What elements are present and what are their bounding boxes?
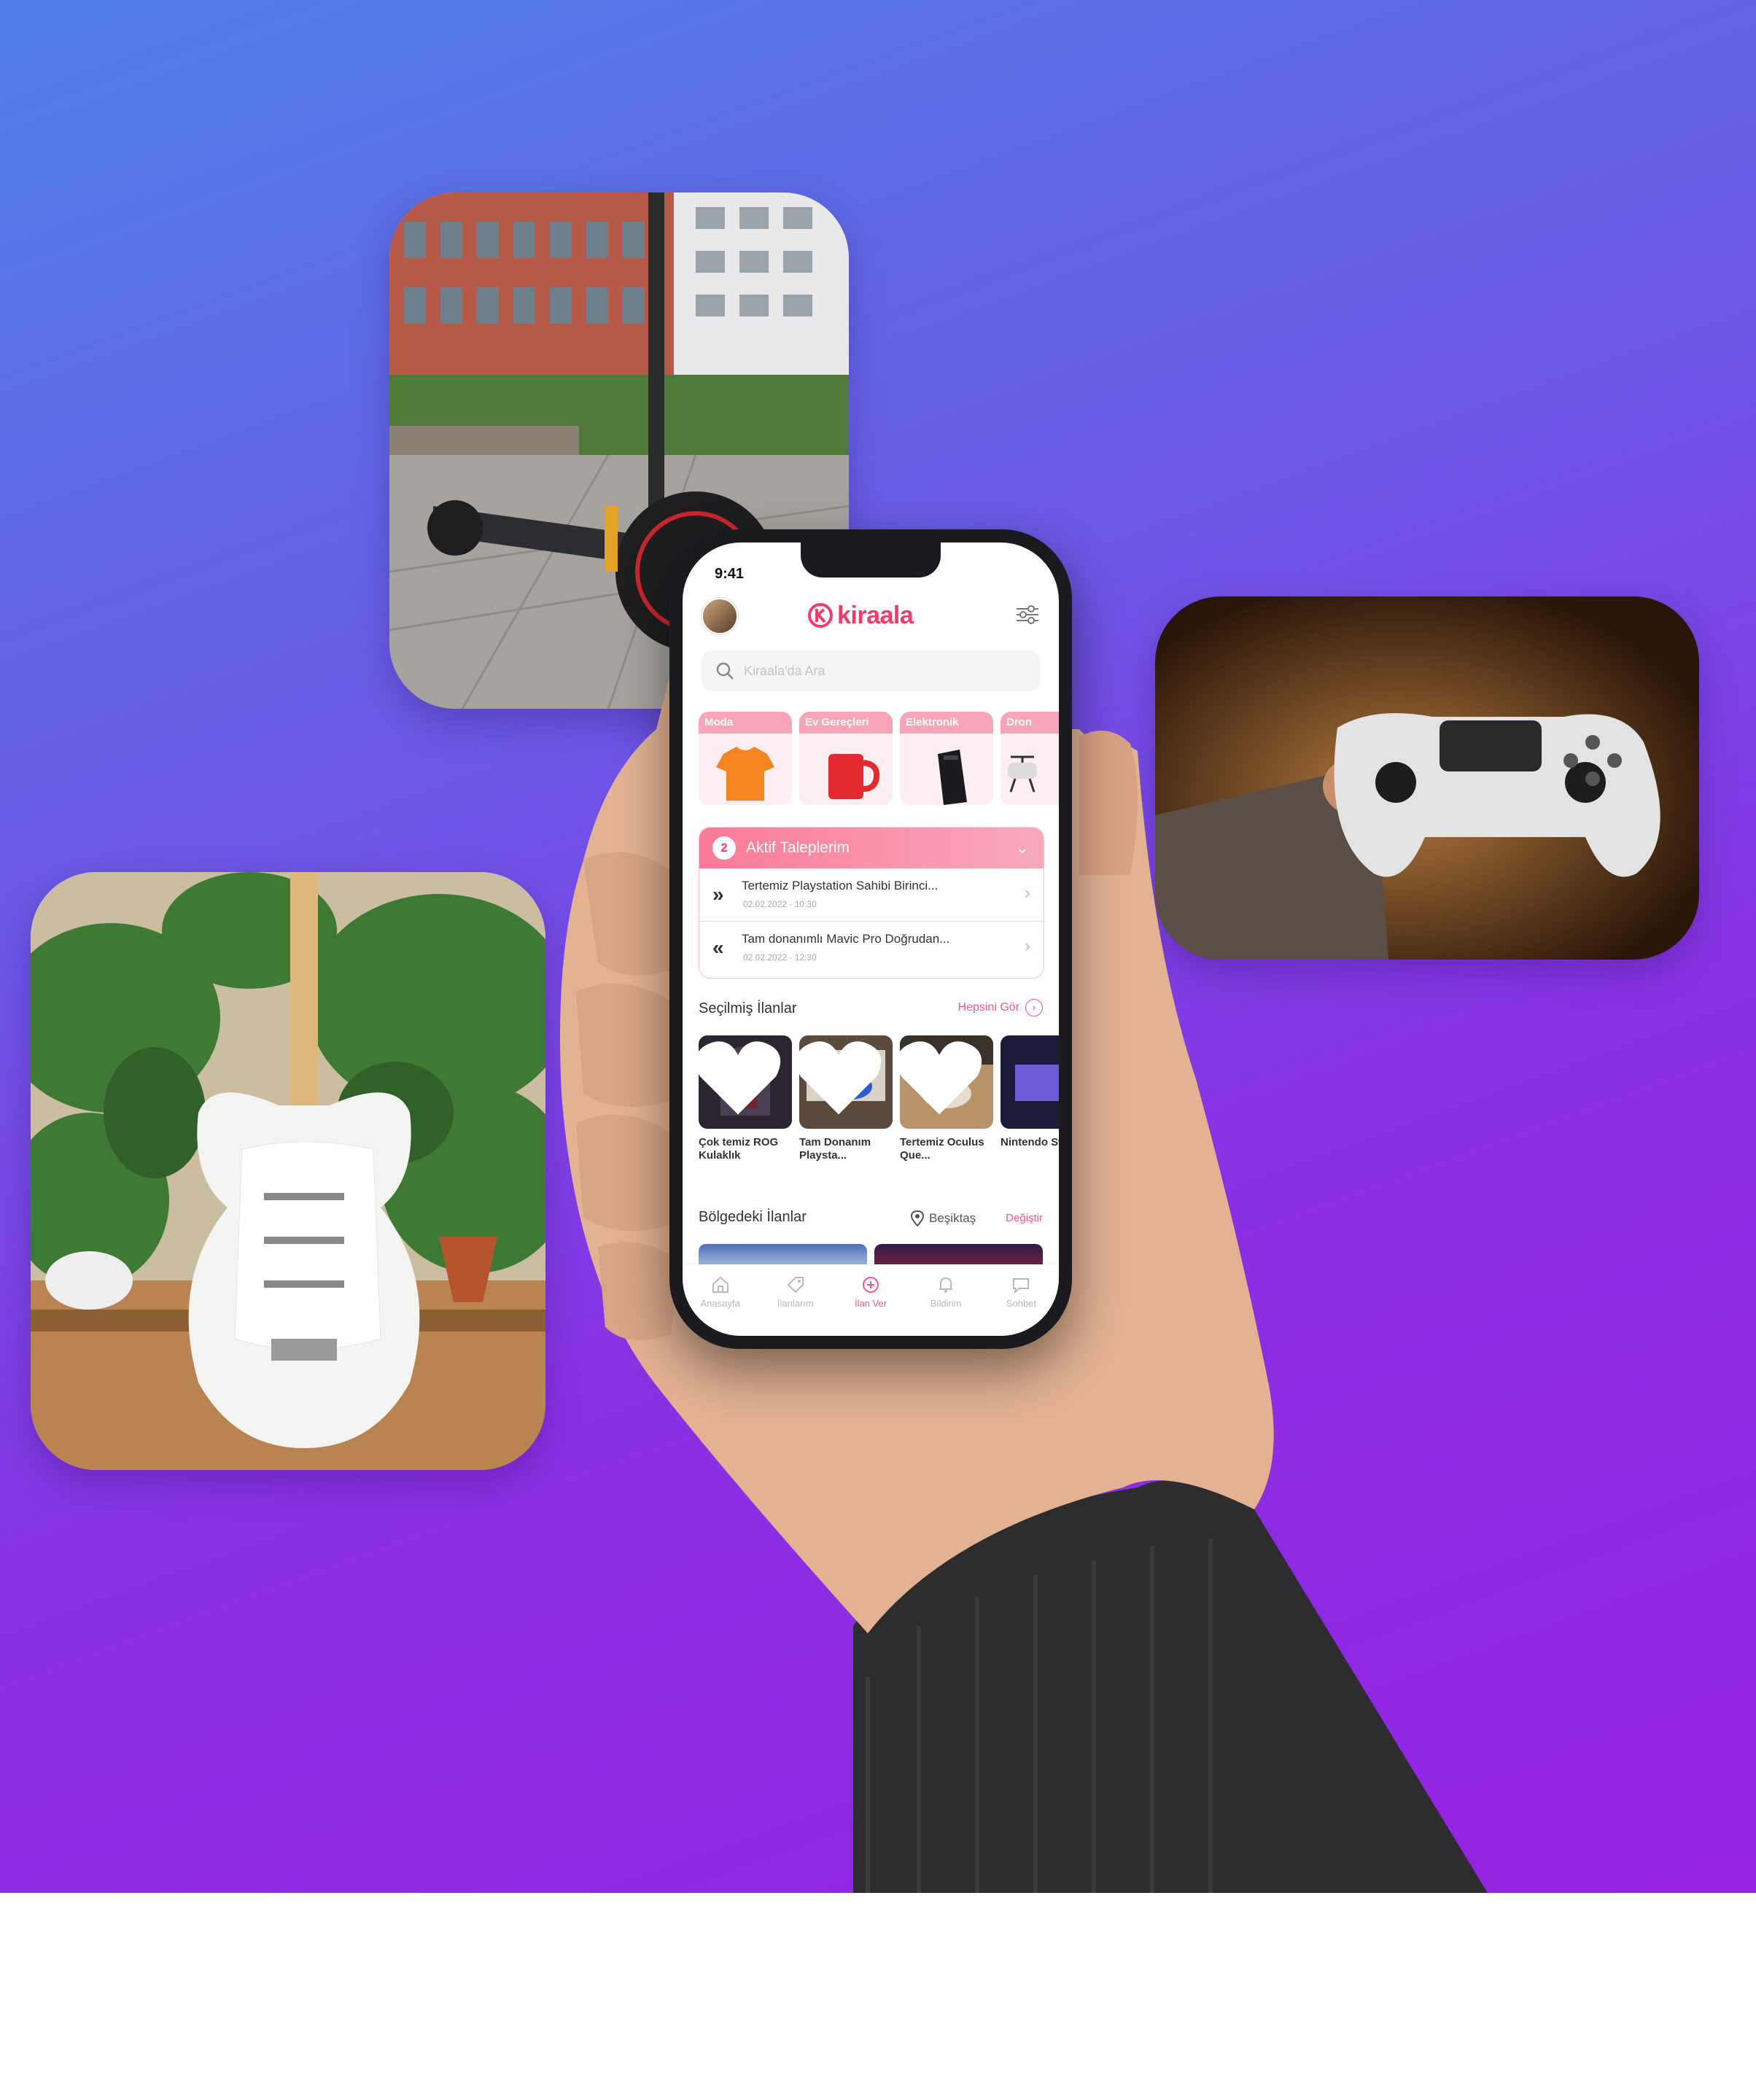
tab-label: İlanlarım: [777, 1298, 814, 1309]
category-label: Elektronik: [900, 712, 993, 734]
app-header: kiraala: [683, 589, 1059, 640]
see-all-link[interactable]: Hepsini Gör ›: [958, 999, 1043, 1016]
tab-label: Bildirim: [930, 1298, 962, 1309]
double-chevron-left-icon: «: [712, 936, 724, 959]
featured-image: [799, 1035, 893, 1129]
arrow-right-icon: ›: [1025, 999, 1043, 1016]
request-name: Tertemiz Playstation Sahibi Birinci...: [742, 879, 939, 892]
request-row[interactable]: » Tertemiz Playstation Sahibi Birinci...…: [699, 868, 1044, 922]
logo-text: kiraala: [837, 601, 914, 629]
featured-list: Çok temiz ROG Kulaklık Tam Donanım Plays…: [699, 1035, 1059, 1174]
drone-icon: [1008, 755, 1037, 793]
featured-item[interactable]: Çok temiz ROG Kulaklık: [699, 1035, 792, 1174]
featured-image: [900, 1035, 993, 1129]
category-card[interactable]: Elektronik: [900, 712, 993, 805]
featured-title: Seçilmiş İlanlar: [699, 1000, 797, 1016]
category-card[interactable]: Dron: [1001, 712, 1059, 805]
request-row[interactable]: « Tam donanımlı Mavic Pro Doğrudan... 02…: [699, 922, 1044, 974]
category-label: Dron: [1001, 712, 1059, 734]
heart-icon[interactable]: [900, 1035, 986, 1123]
featured-name: Çok temiz ROG Kulaklık: [699, 1136, 779, 1162]
featured-item[interactable]: Tertemiz Oculus Que...: [900, 1035, 993, 1174]
plus-circle-icon: [863, 1277, 879, 1293]
search-icon: [716, 662, 734, 680]
category-label: Moda: [699, 712, 792, 734]
category-card[interactable]: Ev Gereçleri: [799, 712, 893, 805]
home-icon: [712, 1276, 729, 1293]
change-location-link[interactable]: Değiştir: [1006, 1212, 1043, 1224]
avatar[interactable]: [702, 598, 738, 634]
app-screen: 9:41 kiraala Kiraala'da Ara Moda Ev Gere…: [683, 542, 1059, 1336]
regional-header: Bölgedeki İlanlar Beşiktaş Değiştir: [699, 1209, 1043, 1238]
chat-icon: [1013, 1278, 1030, 1294]
tab-chat[interactable]: Sohbet: [984, 1264, 1059, 1336]
kiraala-logo-icon: [808, 603, 833, 628]
featured-name: Tertemiz Oculus Que...: [900, 1136, 984, 1162]
search-input[interactable]: [742, 662, 1022, 680]
active-requests-header[interactable]: 2 Aktif Taleplerim ⌄: [699, 828, 1044, 868]
filter-icon[interactable]: [1015, 604, 1040, 626]
tshirt-icon: [716, 747, 774, 801]
tab-label: Sohbet: [1006, 1298, 1037, 1309]
chevron-right-icon: ›: [1025, 883, 1030, 903]
app-logo: kiraala: [807, 599, 914, 631]
tab-label: Anasayfa: [700, 1298, 740, 1309]
double-chevron-right-icon: »: [712, 883, 724, 906]
active-requests-count: 2: [712, 836, 736, 860]
tag-icon: [787, 1277, 804, 1294]
phone-icon: [938, 750, 967, 805]
heart-icon[interactable]: [699, 1035, 785, 1123]
featured-item[interactable]: Nintendo Switch: [1001, 1035, 1059, 1174]
tab-my-listings[interactable]: İlanlarım: [758, 1264, 833, 1336]
featured-item[interactable]: Tam Donanım Playsta...: [799, 1035, 893, 1174]
location-name: Beşiktaş: [929, 1211, 976, 1225]
bottom-tab-bar: Anasayfa İlanlarım İlan Ver Bildirim Soh…: [683, 1264, 1059, 1336]
status-time: 9:41: [715, 566, 745, 582]
mug-icon: [828, 754, 880, 799]
active-requests-panel: 2 Aktif Taleplerim ⌄ » Tertemiz Playstat…: [699, 827, 1044, 979]
request-meta: 02.02.2022 · 12:30: [743, 952, 817, 962]
tab-label: İlan Ver: [854, 1298, 887, 1309]
page-footer-blank: [0, 1893, 1756, 2100]
heart-icon[interactable]: [799, 1035, 885, 1123]
category-card[interactable]: Moda: [699, 712, 792, 805]
category-label: Ev Gereçleri: [799, 712, 893, 734]
tab-notifications[interactable]: Bildirim: [909, 1264, 984, 1336]
request-name: Tam donanımlı Mavic Pro Doğrudan...: [742, 932, 950, 946]
phone-notch: [801, 542, 941, 578]
featured-name: Tam Donanım Playsta...: [799, 1136, 871, 1162]
featured-image: [699, 1035, 792, 1129]
regional-title: Bölgedeki İlanlar: [699, 1209, 807, 1225]
featured-name: Nintendo Switch: [1001, 1136, 1059, 1148]
see-all-label: Hepsini Gör: [957, 1001, 1019, 1014]
featured-image: [1001, 1035, 1059, 1129]
tab-home[interactable]: Anasayfa: [683, 1264, 758, 1336]
phone-device: 9:41 kiraala Kiraala'da Ara Moda Ev Gere…: [669, 529, 1072, 1349]
tab-post-listing[interactable]: İlan Ver: [833, 1264, 908, 1336]
chevron-right-icon: ›: [1025, 936, 1030, 956]
bell-icon: [939, 1277, 953, 1293]
request-meta: 02.02.2022 · 10:30: [743, 899, 817, 909]
category-list: Moda Ev Gereçleri Elektronik Dron: [699, 712, 1059, 806]
active-requests-title: Aktif Taleplerim: [746, 839, 850, 856]
search-bar[interactable]: [702, 650, 1040, 691]
chevron-down-icon[interactable]: ⌄: [1016, 839, 1029, 858]
location-pin-icon: [910, 1210, 925, 1226]
regional-location: Beşiktaş: [910, 1210, 976, 1226]
